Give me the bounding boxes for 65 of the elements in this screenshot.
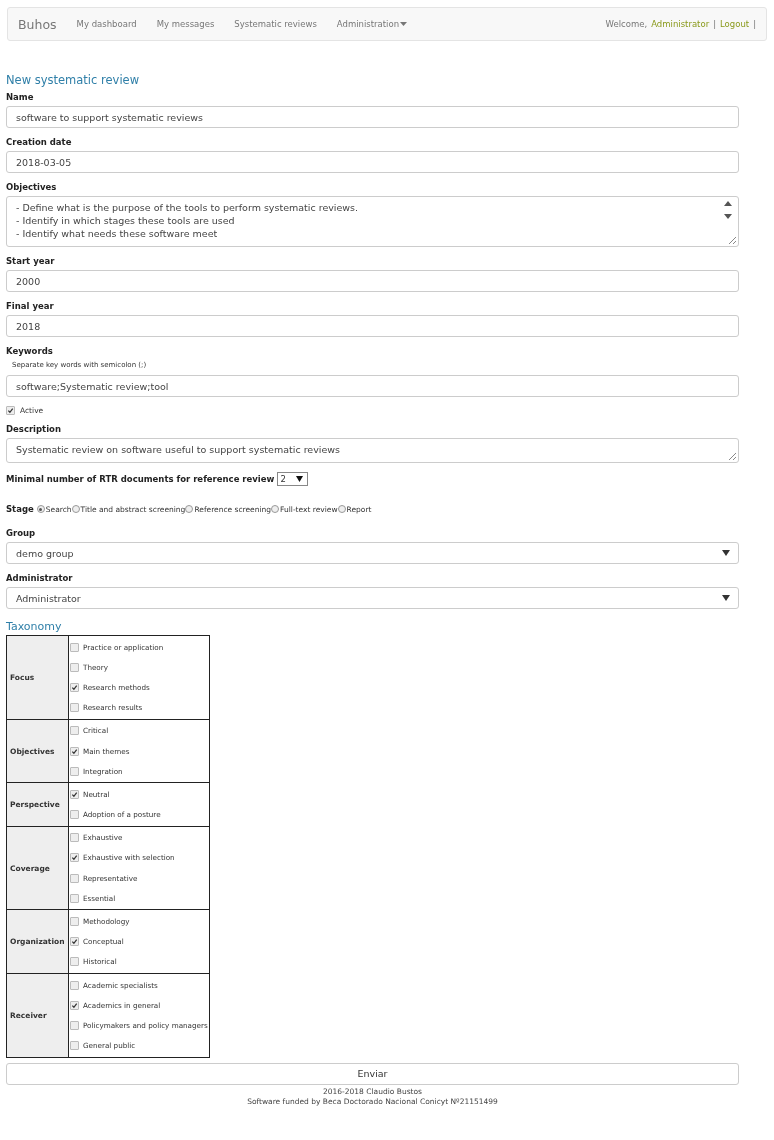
checkbox[interactable]: [70, 662, 79, 672]
field-label: Keywords: [6, 346, 54, 356]
nav-link[interactable]: My messages: [156, 19, 215, 29]
field-label: Name: [6, 92, 35, 102]
caret-icon: [722, 595, 730, 601]
field-label: Creation date: [6, 137, 73, 147]
checkbox[interactable]: [70, 1000, 79, 1010]
caret-icon: [295, 476, 303, 482]
checkbox[interactable]: [70, 703, 79, 713]
field-label: Administrator: [6, 573, 74, 583]
checkbox[interactable]: [70, 810, 79, 820]
input-field[interactable]: 2018-03-05: [6, 151, 739, 173]
radio-button[interactable]: [71, 505, 80, 513]
checkbox[interactable]: [70, 1041, 79, 1051]
resize-grip-icon: [728, 236, 736, 244]
field-label: Stage: [6, 504, 34, 514]
field-label: Minimal number of RTR documents for reference review: [6, 474, 275, 484]
checkbox[interactable]: [70, 873, 79, 883]
dropdown-select[interactable]: demo group: [6, 542, 739, 564]
section-title: Taxonomy: [6, 620, 63, 633]
input-field[interactable]: 2018: [6, 315, 739, 337]
checkbox[interactable]: [70, 642, 79, 652]
input-field[interactable]: 2000: [6, 270, 739, 292]
field-label: Objectives: [6, 182, 58, 192]
input-field[interactable]: software to support systematic reviews: [6, 106, 739, 128]
field-label: Description: [6, 424, 62, 434]
text-area[interactable]: - Define what is the purpose of the tools to perform systematic reviews. - Identify in which stages these tools are used - Identify what needs these software meet: [6, 196, 739, 247]
resize-grip-icon: [728, 452, 736, 460]
checkbox[interactable]: [70, 937, 79, 947]
checkbox[interactable]: [70, 980, 79, 990]
checkbox[interactable]: [70, 766, 79, 776]
field-label: Group: [6, 528, 37, 538]
field-label: Final year: [6, 301, 55, 311]
text-area[interactable]: Systematic review on software useful to support systematic reviews: [6, 438, 739, 463]
radio-button[interactable]: [36, 505, 45, 513]
checkbox[interactable]: [70, 746, 79, 756]
radio-button[interactable]: [185, 505, 194, 513]
checkbox[interactable]: [6, 406, 15, 415]
number-dropdown[interactable]: 2: [277, 472, 308, 486]
checkbox[interactable]: [70, 957, 79, 967]
checkbox[interactable]: [70, 1020, 79, 1030]
scroll-arrows-icon: [724, 200, 732, 220]
input-field[interactable]: software;Systematic review;tool: [6, 375, 739, 397]
caret-icon: [722, 550, 730, 556]
checkbox[interactable]: [70, 682, 79, 692]
checkbox[interactable]: [70, 789, 79, 799]
brand-link[interactable]: Buhos: [18, 16, 57, 32]
user-text: Welcome,: [605, 19, 648, 29]
radio-button[interactable]: [337, 505, 346, 513]
nav-link[interactable]: My dashboard: [76, 19, 137, 29]
nav-link[interactable]: Administration: [336, 19, 408, 29]
caret-icon: [400, 22, 408, 26]
field-label: Start year: [6, 256, 56, 266]
checkbox[interactable]: [70, 893, 79, 903]
radio-button[interactable]: [271, 505, 280, 513]
checkbox[interactable]: [70, 853, 79, 863]
checkbox[interactable]: [70, 833, 79, 843]
dropdown-select[interactable]: Administrator: [6, 587, 739, 609]
checkbox[interactable]: [70, 726, 79, 736]
user-text: |: [753, 19, 756, 29]
checkbox[interactable]: [70, 917, 79, 927]
page-title: New systematic review: [6, 73, 141, 87]
user-text: |: [713, 19, 716, 29]
nav-link[interactable]: Systematic reviews: [234, 19, 317, 29]
submit-button[interactable]: Enviar: [6, 1062, 739, 1085]
